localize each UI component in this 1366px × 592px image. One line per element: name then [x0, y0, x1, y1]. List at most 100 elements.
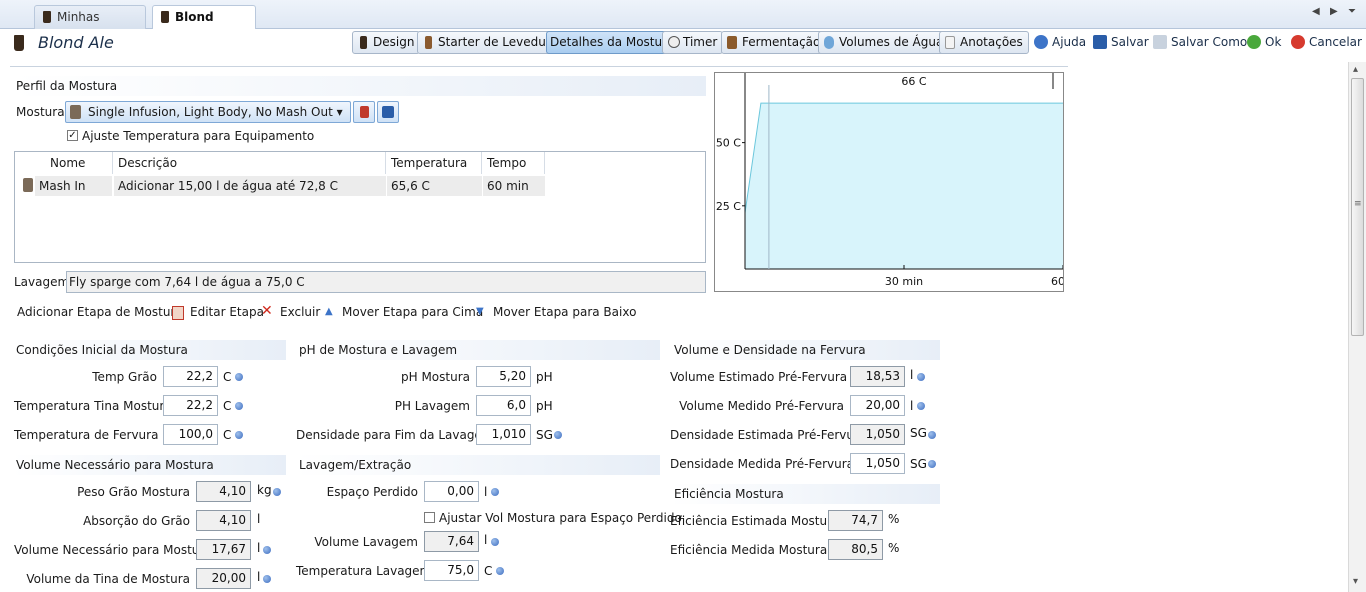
sparge-temp-input[interactable]: 75,0 — [424, 560, 479, 581]
boil-temp-input[interactable]: 100,0 — [163, 424, 218, 445]
mash-profile-select[interactable]: Single Infusion, Light Body, No Mash Out… — [65, 101, 351, 123]
chart-y-tick-label: 50 C — [716, 137, 741, 150]
est-preboil-gravity-unit: SG — [910, 426, 927, 440]
unit-toggle-icon[interactable] — [496, 567, 504, 575]
tab-scroll-left-icon[interactable]: ◀ — [1312, 6, 1320, 17]
scroll-down-icon[interactable]: ▾ — [1353, 576, 1358, 587]
unit-toggle-icon[interactable] — [928, 431, 936, 439]
dead-space-unit: l — [484, 485, 488, 499]
mash-details-button[interactable]: Detalhes da Mostura — [546, 31, 681, 54]
required-volume-label: Volume Necessário para Mostura — [14, 543, 212, 557]
section-efficiency: Eficiência Mostura — [671, 484, 940, 504]
required-volume-unit: l — [257, 541, 261, 555]
sparge-temp-unit: C — [484, 564, 493, 578]
adjust-temp-checkbox[interactable]: ✓ — [67, 130, 78, 141]
measured-efficiency-unit: % — [888, 541, 900, 555]
design-button[interactable]: Design — [352, 31, 421, 54]
delete-step-button[interactable]: Excluir — [280, 305, 320, 319]
mash-tun-icon — [23, 178, 33, 192]
sparge-volume-field: 7,64 — [424, 531, 479, 552]
tab-blond-ale[interactable]: Blond Ale✕ — [152, 5, 256, 46]
sparge-volume-label: Volume Lavagem — [314, 535, 418, 549]
adjust-temp-label: Ajuste Temperatura para Equipamento — [82, 129, 315, 143]
est-preboil-gravity-label: Densidade Estimada Pré-Fervura — [670, 428, 867, 442]
unit-toggle-icon[interactable] — [554, 431, 562, 439]
fermentation-button[interactable]: Fermentação — [721, 31, 827, 54]
sparge-volume-unit: l — [484, 533, 488, 547]
edit-mash-button[interactable] — [353, 101, 375, 123]
column-header-nome[interactable]: Nome — [15, 152, 113, 174]
unit-toggle-icon[interactable] — [235, 373, 243, 381]
end-sparge-gravity-label: Densidade para Fim da Lavagem — [296, 428, 494, 442]
column-header-temperatura[interactable]: Temperatura — [387, 152, 482, 174]
save-button[interactable]: Salvar — [1093, 33, 1149, 51]
adjust-dead-space-checkbox[interactable] — [424, 512, 435, 523]
mash-ph-label: pH Mostura — [401, 370, 470, 384]
unit-toggle-icon[interactable] — [273, 488, 281, 496]
mash-ph-unit: pH — [536, 370, 553, 384]
unit-toggle-icon[interactable] — [491, 538, 499, 546]
save-mash-button[interactable] — [377, 101, 399, 123]
save-as-button[interactable]: Salvar Como — [1153, 33, 1247, 51]
est-preboil-volume-unit: l — [910, 368, 914, 382]
unit-toggle-icon[interactable] — [917, 402, 925, 410]
unit-toggle-icon[interactable] — [263, 575, 271, 583]
timer-button[interactable]: Timer — [662, 31, 724, 54]
tun-volume-field: 20,00 — [196, 568, 251, 589]
edit-step-button[interactable]: Editar Etapa — [190, 305, 264, 319]
measured-preboil-volume-input[interactable]: 20,00 — [850, 395, 905, 416]
tun-temp-input[interactable]: 22,2 — [163, 395, 218, 416]
ok-button[interactable]: Ok — [1247, 33, 1281, 51]
end-sparge-gravity-input[interactable]: 1,010 — [476, 424, 531, 445]
tun-volume-label: Volume da Tina de Mostura — [26, 572, 190, 586]
help-button[interactable]: Ajuda — [1034, 33, 1086, 51]
water-volumes-button[interactable]: Volumes de Água — [818, 31, 950, 54]
grain-temp-label: Temp Grão — [92, 370, 157, 384]
column-header-descricao[interactable]: Descrição — [114, 152, 386, 174]
cell-nome: Mash In — [35, 176, 112, 196]
cancel-button[interactable]: Cancelar — [1291, 33, 1362, 51]
unit-toggle-icon[interactable] — [235, 402, 243, 410]
yeast-starter-button[interactable]: Starter de Levedura — [417, 31, 565, 54]
beer-glass-icon — [14, 35, 24, 51]
move-step-up-button[interactable]: Mover Etapa para Cima — [342, 305, 483, 319]
dead-space-input[interactable]: 0,00 — [424, 481, 479, 502]
scroll-up-icon[interactable]: ▴ — [1353, 64, 1358, 75]
chart-x-tick-label: 60 mi — [1051, 275, 1063, 288]
column-header-tempo[interactable]: Tempo — [483, 152, 545, 174]
add-step-button[interactable]: Adicionar Etapa de Mostura — [17, 305, 183, 319]
tun-temp-unit: C — [223, 399, 232, 413]
measured-preboil-gravity-input[interactable]: 1,050 — [850, 453, 905, 474]
unit-toggle-icon[interactable] — [235, 431, 243, 439]
chart-y-tick-label: 25 C — [716, 200, 741, 213]
pencil-icon — [1153, 35, 1167, 49]
tun-volume-unit: l — [257, 570, 261, 584]
grain-absorption-label: Absorção do Grão — [83, 514, 190, 528]
vertical-scrollbar[interactable]: ▴ ≡ ▾ — [1348, 62, 1366, 592]
beer-glass-icon — [360, 36, 367, 49]
unit-toggle-icon[interactable] — [263, 546, 271, 554]
edit-icon — [172, 306, 184, 320]
unit-toggle-icon[interactable] — [917, 373, 925, 381]
recipe-title: Blond Ale — [38, 33, 114, 52]
sparge-ph-input[interactable]: 6,0 — [476, 395, 531, 416]
cell-tempo: 60 min — [483, 176, 545, 196]
est-efficiency-field: 74,7 — [828, 510, 883, 531]
move-step-down-button[interactable]: Mover Etapa para Baixo — [493, 305, 636, 319]
check-icon — [1247, 35, 1261, 49]
scroll-thumb[interactable]: ≡ — [1351, 78, 1364, 336]
mash-ph-input[interactable]: 5,20 — [476, 366, 531, 387]
notes-button[interactable]: Anotações — [939, 31, 1029, 54]
chart-x-tick-label: 30 min — [885, 275, 923, 288]
unit-toggle-icon[interactable] — [491, 488, 499, 496]
tab-scroll-right-icon[interactable]: ▶ — [1330, 6, 1338, 17]
tab-list-icon[interactable]: ⏷ — [1348, 6, 1356, 17]
dead-space-label: Espaço Perdido — [326, 485, 418, 499]
unit-toggle-icon[interactable] — [928, 460, 936, 468]
measured-preboil-gravity-unit: SG — [910, 457, 927, 471]
mash-steps-table: Nome Descrição Temperatura Tempo Mash In… — [14, 151, 706, 263]
grain-weight-field: 4,10 — [196, 481, 251, 502]
tab-minhas-receitas[interactable]: Minhas Recei... — [34, 5, 146, 46]
grain-temp-input[interactable]: 22,2 — [163, 366, 218, 387]
scroll-grip-icon: ≡ — [1354, 199, 1362, 209]
